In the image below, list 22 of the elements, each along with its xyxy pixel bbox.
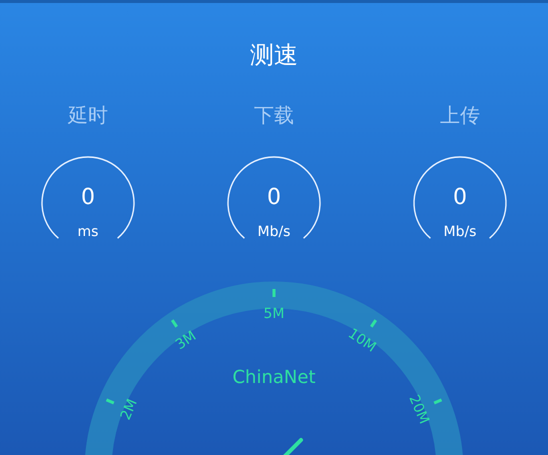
- metric-unit: Mb/s: [442, 223, 478, 241]
- scale-label: 5M: [264, 306, 284, 322]
- metric-label: 上传: [440, 102, 480, 129]
- metric-label: 下载: [254, 102, 294, 129]
- tick-mark: [434, 398, 442, 404]
- tick-mark: [106, 398, 114, 404]
- scale-label: 10M: [345, 326, 379, 356]
- network-name: ChinaNet: [232, 366, 316, 388]
- scale-label: 20M: [405, 392, 432, 426]
- metric-value: 0: [452, 185, 468, 211]
- scale-label: 2M: [118, 396, 141, 422]
- tick-mark: [272, 289, 276, 297]
- metric-unit: Mb/s: [256, 223, 292, 241]
- metric-value: 0: [80, 185, 96, 211]
- metric-unit: ms: [76, 223, 100, 241]
- page-title: 测速: [250, 40, 298, 71]
- tick-mark: [370, 319, 378, 328]
- metric-value: 0: [266, 185, 282, 211]
- gauge-needle: [281, 438, 303, 455]
- metric-label: 延时: [68, 102, 108, 129]
- scale-label: 3M: [172, 328, 200, 354]
- tick-mark: [170, 319, 178, 328]
